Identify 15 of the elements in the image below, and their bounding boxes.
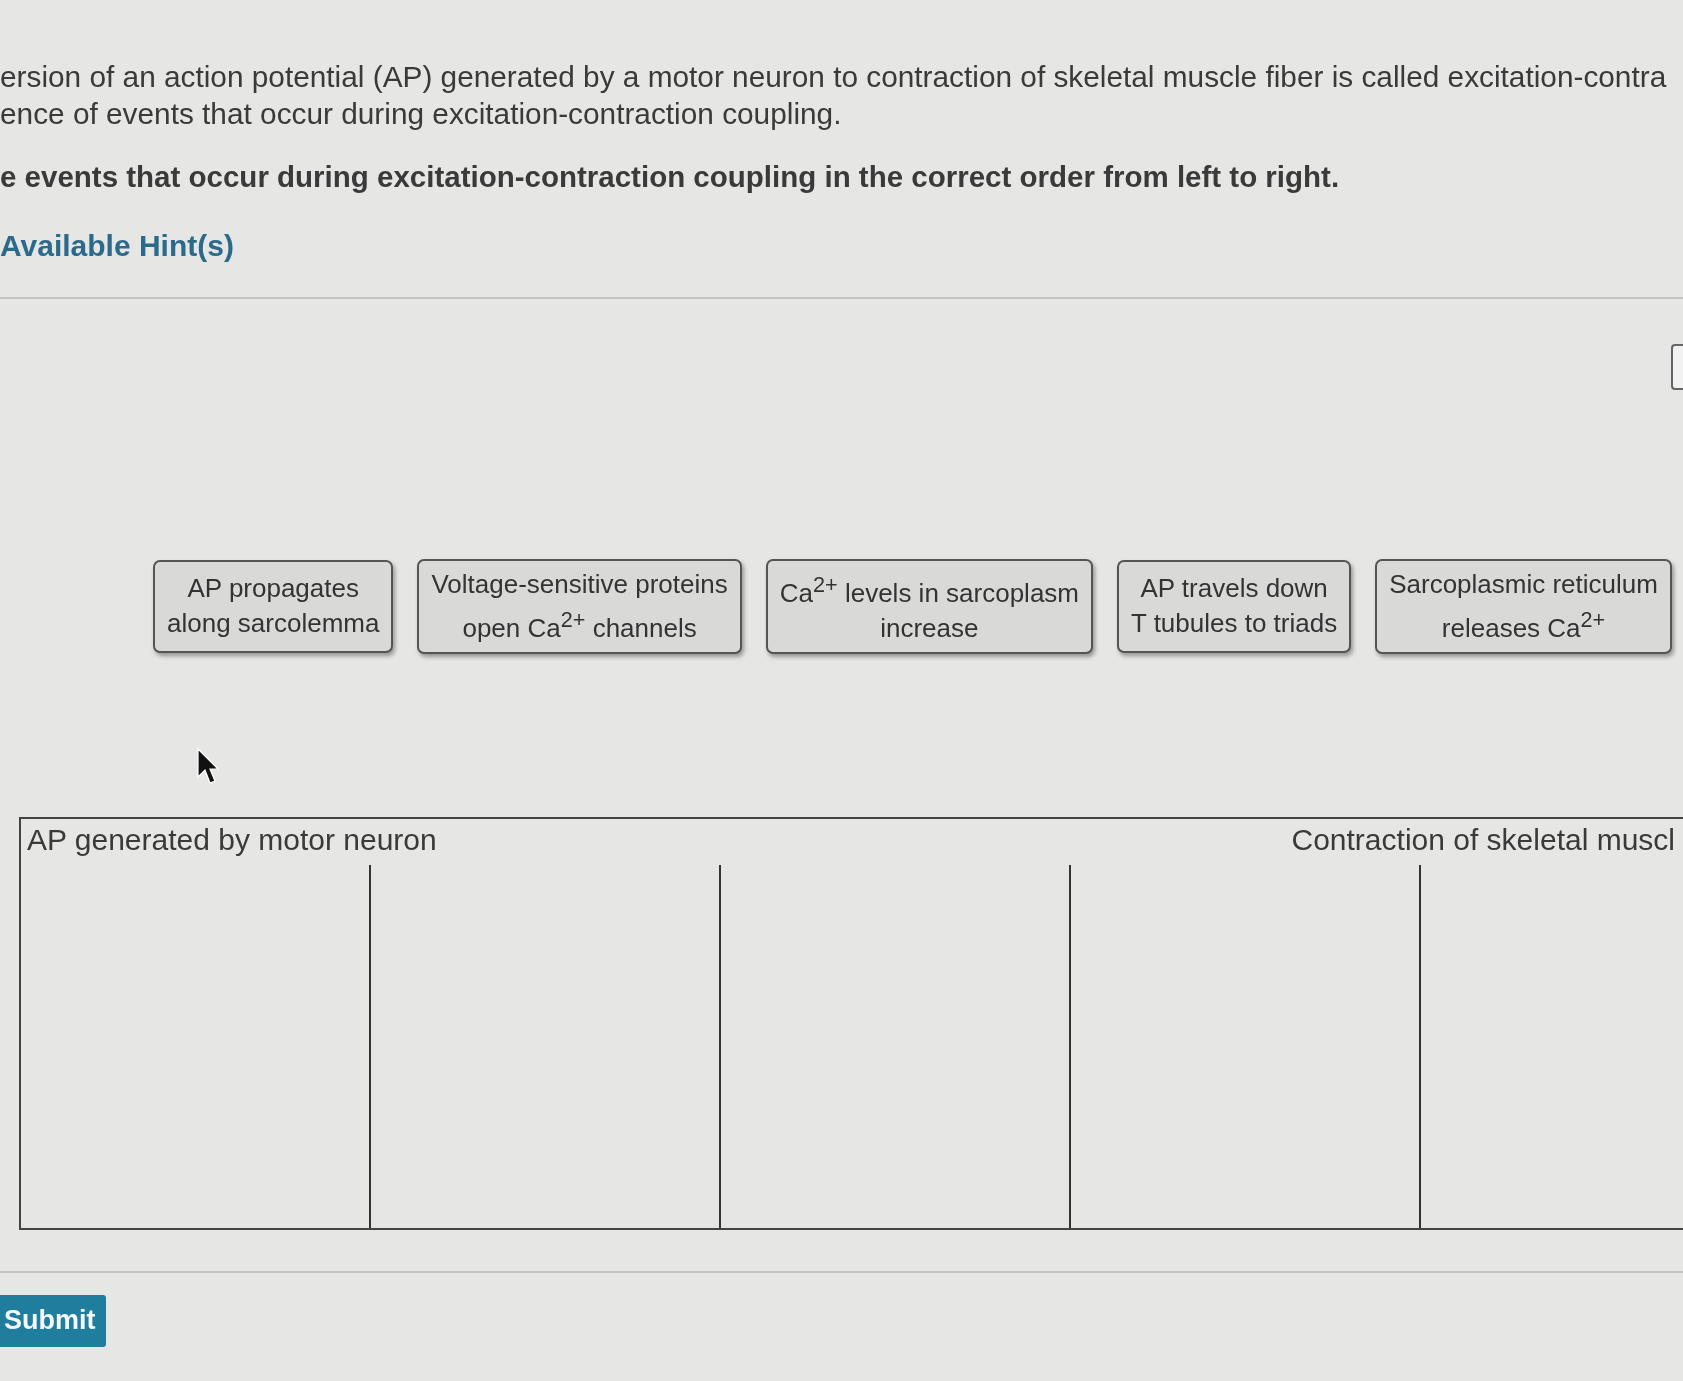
draggable-tile[interactable]: Ca$^{2+}$ levels in sarcoplasm increase — [765, 559, 1093, 654]
draggable-tile[interactable]: Voltage-sensitive proteins open Ca$^{2+}$ channels — [417, 559, 742, 654]
submit-button[interactable]: Submit — [0, 1294, 106, 1347]
draggable-tile[interactable]: AP travels down T tubules to triads — [1117, 559, 1352, 653]
cursor-icon — [197, 748, 219, 784]
draggable-tile[interactable]: Sarcoplasmic reticulum releases Ca$^{2+}$ — [1375, 559, 1672, 654]
draggable-tile[interactable]: AP propagates along sarcolemma — [153, 559, 394, 653]
partial-button[interactable] — [1671, 344, 1683, 390]
start-label: AP generated by motor neuron — [27, 821, 437, 858]
end-label: Contraction of skeletal muscl — [1291, 821, 1675, 858]
question-text: ence of events that occur during excitation-contraction coupling. — [0, 96, 842, 132]
instruction-text: e events that occur during excitation-contraction coupling in the correct order from left to right. — [0, 160, 1340, 194]
question-text: ersion of an action potential (AP) generated by a motor neuron to contraction of skeletal muscle fiber is called excitation-contra — [0, 59, 1667, 95]
hints-link[interactable]: Available Hint(s) — [0, 229, 234, 263]
drop-zone[interactable]: AP generated by motor neuron Contraction of skeletal muscl — [19, 816, 1683, 1230]
